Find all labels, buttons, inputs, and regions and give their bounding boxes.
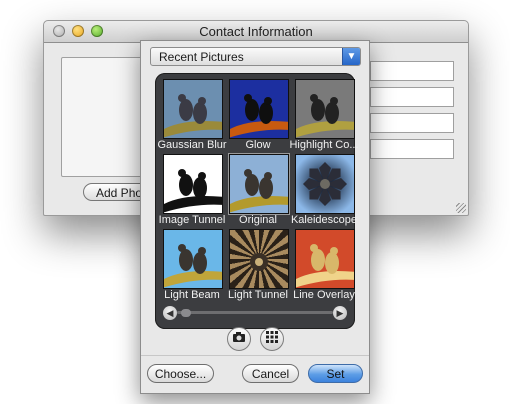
contact-field-2[interactable] [370, 87, 454, 107]
effects-browser: Gaussian Blur Glow Highlight Co... Image Tu… [155, 73, 359, 329]
window-title: Contact Information [199, 24, 313, 39]
source-popup-label: Recent Pictures [159, 50, 244, 64]
contact-field-1[interactable] [370, 61, 454, 81]
effect-thumbnail[interactable] [229, 79, 289, 139]
effects-grid-button[interactable] [260, 327, 284, 351]
effect-item[interactable]: Glow [226, 79, 290, 155]
scroll-left-icon[interactable]: ◀ [163, 306, 177, 320]
choose-button[interactable]: Choose... [147, 364, 214, 383]
cancel-button[interactable]: Cancel [242, 364, 299, 383]
effect-item[interactable]: Original [226, 154, 290, 230]
effect-item[interactable]: Image Tunnel [159, 154, 225, 230]
scroll-track[interactable] [177, 311, 333, 314]
chevron-down-icon: ▼ [342, 48, 360, 65]
effect-thumbnail[interactable] [295, 229, 355, 289]
scroll-thumb[interactable] [181, 309, 191, 317]
effect-thumbnail[interactable] [295, 154, 355, 214]
effect-item[interactable]: Highlight Co... [289, 79, 359, 155]
contact-field-3[interactable] [370, 113, 454, 133]
effect-label: Image Tunnel [158, 214, 226, 226]
divider [141, 355, 369, 356]
effect-item[interactable]: Line Overlay [292, 229, 356, 305]
effect-thumbnail[interactable] [163, 154, 223, 214]
camera-button[interactable] [227, 327, 251, 351]
effect-label: Light Tunnel [228, 289, 288, 301]
effect-item[interactable]: Light Tunnel [226, 229, 290, 305]
picture-picker-panel: Recent Pictures ▼ Gaussian Blur Glow Highl… [140, 40, 370, 394]
effect-label: Original [239, 214, 277, 226]
scroll-right-icon[interactable]: ▶ [333, 306, 347, 320]
effect-label: Gaussian Blur [157, 139, 227, 151]
effect-item[interactable]: Gaussian Blur [157, 79, 227, 155]
effect-label: Kaleidescope [290, 214, 358, 226]
effect-label: Highlight Co... [289, 139, 359, 151]
effect-item[interactable]: Light Beam [160, 229, 224, 305]
effect-label: Glow [245, 139, 271, 151]
resize-grip-icon[interactable] [456, 203, 466, 213]
set-button[interactable]: Set [308, 364, 363, 383]
grid-icon [266, 331, 278, 343]
source-popup-button[interactable]: Recent Pictures ▼ [150, 47, 361, 66]
photo-well[interactable] [61, 57, 145, 177]
effect-thumbnail[interactable] [163, 229, 223, 289]
camera-icon [233, 332, 245, 342]
effects-scrollbar[interactable]: ◀ ▶ [163, 306, 347, 320]
effect-item[interactable]: Kaleidescope [291, 154, 357, 230]
effect-label: Line Overlay [293, 289, 355, 301]
effect-thumbnail[interactable] [229, 229, 289, 289]
effect-thumbnail[interactable] [229, 154, 289, 214]
effect-thumbnail[interactable] [163, 79, 223, 139]
effect-thumbnail[interactable] [295, 79, 355, 139]
contact-field-4[interactable] [370, 139, 454, 159]
effect-label: Light Beam [164, 289, 220, 301]
